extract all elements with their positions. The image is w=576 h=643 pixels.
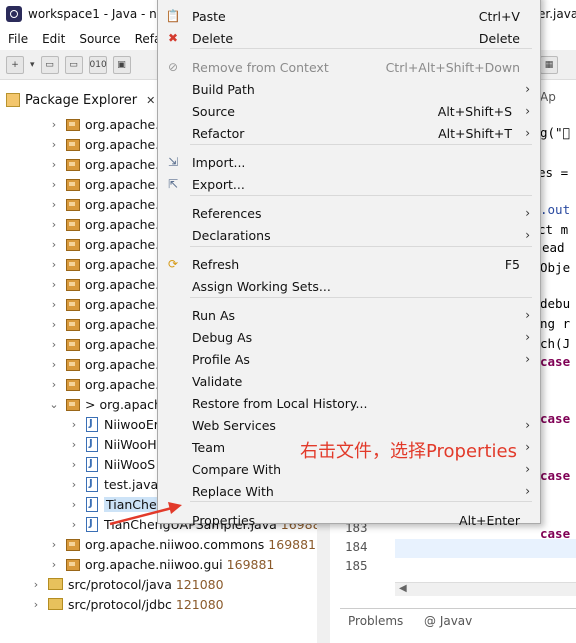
annotation-arrow (109, 502, 182, 526)
annotation-text: 右击文件，选择Properties (300, 441, 517, 462)
